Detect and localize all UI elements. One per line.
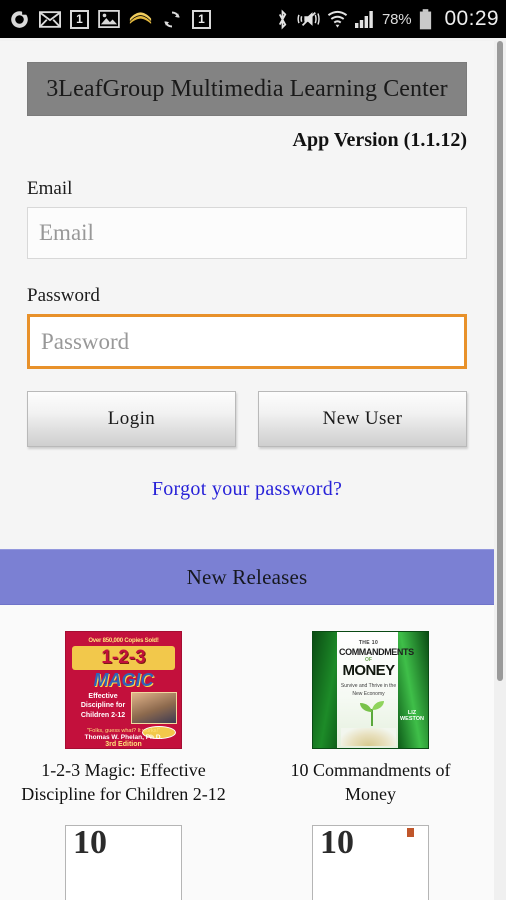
cover-edition-text: 3rd Edition bbox=[105, 741, 142, 748]
app-scroll-area[interactable]: 3LeafGroup Multimedia Learning Center Ap… bbox=[0, 41, 506, 900]
book-cover-image[interactable]: 10 bbox=[65, 824, 182, 900]
bluetooth-icon bbox=[276, 8, 289, 30]
app-title: 3LeafGroup Multimedia Learning Center bbox=[46, 75, 448, 102]
book-row: Over 850,000 Copies Sold! 1-2-3 MAGIC Ef… bbox=[0, 621, 494, 807]
cover-money-text: MONEY bbox=[342, 662, 395, 679]
email-placeholder: Email bbox=[39, 220, 94, 245]
book-row: 10 10 bbox=[0, 815, 494, 900]
book-item[interactable]: 10 bbox=[247, 815, 494, 900]
book-cover-image[interactable]: 10 bbox=[312, 824, 429, 900]
cover-author-text: LIZ WESTON bbox=[399, 710, 425, 722]
email-icon bbox=[39, 10, 61, 28]
new-releases-grid: Over 850,000 Copies Sold! 1-2-3 MAGIC Ef… bbox=[0, 605, 494, 900]
email-label: Email bbox=[27, 178, 73, 199]
signal-bars-icon bbox=[355, 10, 375, 28]
new-releases-title: New Releases bbox=[186, 564, 308, 589]
cover-left-stripe-art bbox=[313, 632, 339, 748]
sync-circle-icon bbox=[9, 9, 30, 30]
password-placeholder: Password bbox=[41, 328, 130, 354]
book-cover-image[interactable]: Over 850,000 Copies Sold! 1-2-3 MAGIC Ef… bbox=[65, 631, 182, 749]
clock-label: 00:29 bbox=[444, 7, 499, 30]
cover-subtitle-text: Effective Discipline for Children 2-12 bbox=[80, 693, 126, 719]
book-icon bbox=[129, 11, 152, 28]
refresh-icon bbox=[161, 9, 183, 30]
book-title-caption[interactable]: 10 Commandments of Money bbox=[268, 758, 473, 807]
book-item[interactable]: THE 10 COMMANDMENTS OF MONEY Survive and… bbox=[247, 621, 494, 807]
forgot-password-link[interactable]: Forgot your password? bbox=[0, 478, 494, 501]
email-input[interactable]: Email bbox=[27, 207, 467, 259]
cover-big-number-text: 10 bbox=[320, 824, 354, 861]
wifi-icon bbox=[327, 9, 348, 29]
cover-big-number-text: 10 bbox=[73, 824, 107, 861]
cover-number-text: 1-2-3 bbox=[72, 646, 175, 670]
app-content: 3LeafGroup Multimedia Learning Center Ap… bbox=[0, 62, 494, 900]
image-icon bbox=[98, 10, 120, 28]
vertical-scrollbar-thumb[interactable] bbox=[497, 41, 503, 681]
cover-commandments-text: COMMANDMENTS bbox=[339, 647, 414, 657]
mute-vibrate-icon bbox=[296, 9, 320, 29]
new-releases-header: New Releases bbox=[0, 549, 494, 605]
android-status-bar: 1 1 78% 00:29 bbox=[0, 0, 506, 38]
new-user-button[interactable]: New User bbox=[258, 391, 467, 447]
cover-photo-art bbox=[131, 692, 177, 724]
login-button[interactable]: Login bbox=[27, 391, 236, 447]
status-icons-left: 1 1 bbox=[9, 9, 276, 30]
book-item[interactable]: Over 850,000 Copies Sold! 1-2-3 MAGIC Ef… bbox=[0, 621, 247, 807]
auth-button-row: Login New User bbox=[27, 391, 467, 447]
battery-icon bbox=[418, 8, 433, 30]
vertical-scrollbar-track[interactable] bbox=[494, 41, 506, 900]
book-cover-image[interactable]: THE 10 COMMANDMENTS OF MONEY Survive and… bbox=[312, 631, 429, 749]
book-title-caption[interactable]: 1-2-3 Magic: Effective Discipline for Ch… bbox=[21, 758, 226, 807]
book-item[interactable]: 10 bbox=[0, 815, 247, 900]
app-title-banner: 3LeafGroup Multimedia Learning Center bbox=[27, 62, 467, 116]
password-label: Password bbox=[27, 285, 100, 306]
status-icons-right: 78% 00:29 bbox=[276, 7, 499, 31]
notification-count-icon: 1 bbox=[192, 9, 211, 29]
battery-percent-label: 78% bbox=[382, 10, 412, 28]
cover-word-text: MAGIC bbox=[93, 669, 154, 690]
cover-sprout-art bbox=[355, 696, 389, 726]
login-panel: 3LeafGroup Multimedia Learning Center Ap… bbox=[0, 62, 494, 523]
cover-the-text: THE 10 bbox=[358, 640, 379, 646]
cover-coins-art bbox=[341, 728, 396, 746]
cover-author-text: Thomas W. Phelan, Ph.D. bbox=[84, 734, 163, 741]
password-input[interactable]: Password bbox=[27, 314, 467, 369]
cover-banner-text: Over 850,000 Copies Sold! bbox=[70, 635, 177, 646]
cover-accent-mark-art bbox=[407, 827, 414, 837]
message-count-icon: 1 bbox=[70, 9, 89, 29]
app-version-label: App Version (1.1.12) bbox=[292, 129, 467, 151]
